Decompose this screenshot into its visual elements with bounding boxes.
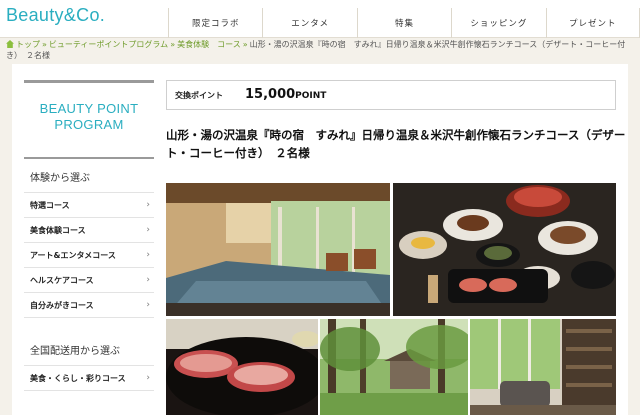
nav-item-entertainment[interactable]: エンタメ [262,8,356,38]
site-logo[interactable]: Beauty&Co. [6,5,105,26]
sidebar-item-special[interactable]: 特選コース › [24,193,154,218]
points-number: 15,000 [245,87,296,102]
points-label: 交換ポイント [175,91,223,100]
sidebar-title-line2: PROGRAM [54,117,124,132]
breadcrumb-separator: » [42,40,47,49]
main-nav: 限定コラボ エンタメ 特集 ショッピング プレゼント [168,8,640,38]
sidebar-top-rule [24,80,154,83]
chevron-right-icon: › [146,373,150,383]
onsen-bath-photo [166,183,390,316]
breadcrumb-course[interactable]: 美食体験 コース [177,40,241,49]
kaiseki-food-photo [393,183,616,316]
nav-item-collab[interactable]: 限定コラボ [168,8,262,38]
sidebar-item-gourmet-living[interactable]: 美食・くらし・彩りコース › [24,366,154,391]
inn-garden-photo [320,319,468,415]
sidebar-section-delivery: 全国配送用から選ぶ [24,332,154,366]
breadcrumb-separator: » [242,40,248,49]
sidebar-title-line1: BEAUTY POINT [39,101,139,116]
breadcrumb-separator: » [170,40,176,49]
sidebar-item-self-improvement[interactable]: 自分みがきコース › [24,293,154,318]
sidebar-section-experience: 体験から選ぶ [24,159,154,193]
chevron-right-icon: › [146,200,150,210]
sidebar-item-label: アート&エンタメコース [30,251,116,260]
wagyu-sushi-photo [166,319,318,415]
sidebar-program-title[interactable]: BEAUTY POINT PROGRAM [24,101,154,133]
nav-item-present[interactable]: プレゼント [545,8,640,38]
points-value: 15,000POINT [245,87,326,102]
nav-item-features[interactable]: 特集 [356,8,451,38]
site-header: Beauty&Co. 限定コラボ エンタメ 特集 ショッピング プレゼント [0,0,640,38]
sidebar-item-label: ヘルスケアコース [30,276,94,285]
breadcrumb: トップ» ビューティーポイントプログラム» 美食体験 コース» 山形・湯の沢温泉『時の… [6,39,636,61]
lounge-interior-photo [470,319,616,415]
sidebar-item-gourmet[interactable]: 美食体験コース › [24,218,154,243]
points-unit: POINT [295,91,327,101]
sidebar-item-label: 自分みがきコース [30,301,94,310]
sidebar-item-art-entertainment[interactable]: アート&エンタメコース › [24,243,154,268]
chevron-right-icon: › [146,250,150,260]
content-panel: BEAUTY POINT PROGRAM 体験から選ぶ 特選コース › 美食体験コ… [12,64,628,415]
chevron-right-icon: › [146,225,150,235]
sidebar-item-label: 美食・くらし・彩りコース [30,374,126,383]
breadcrumb-home[interactable]: トップ [16,40,40,49]
breadcrumb-program[interactable]: ビューティーポイントプログラム [49,40,168,49]
sidebar-item-healthcare[interactable]: ヘルスケアコース › [24,268,154,293]
chevron-right-icon: › [146,300,150,310]
sidebar: BEAUTY POINT PROGRAM 体験から選ぶ 特選コース › 美食体験コ… [24,80,154,391]
exchange-points-box: 交換ポイント 15,000POINT [166,80,616,110]
sidebar-item-label: 特選コース [30,201,70,210]
chevron-right-icon: › [146,275,150,285]
home-icon [6,40,14,48]
item-title: 山形・湯の沢温泉『時の宿 すみれ』日帰り温泉＆米沢牛創作懐石ランチコース（デザー… [166,128,626,160]
nav-item-shopping[interactable]: ショッピング [451,8,545,38]
sidebar-item-label: 美食体験コース [30,226,86,235]
